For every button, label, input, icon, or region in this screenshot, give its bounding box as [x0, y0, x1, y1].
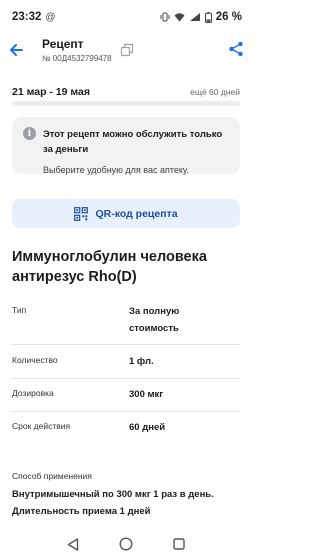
- detail-row-dosage: Дозировка 300 мкг: [12, 379, 240, 412]
- wifi-icon: [174, 13, 185, 22]
- info-icon: i: [23, 127, 36, 140]
- status-bar: 23:32 @ 26 %: [0, 0, 252, 34]
- share-icon: [229, 41, 243, 57]
- nav-home-button[interactable]: [119, 537, 133, 551]
- period-dates: 21 мар - 19 мая: [12, 86, 91, 98]
- usage-text: Внутримышечный по 300 мкг 1 раз в день. …: [12, 489, 214, 517]
- copy-icon: [120, 43, 134, 57]
- status-right: 26 %: [160, 11, 242, 23]
- square-recents-icon: [173, 538, 186, 550]
- battery-percent: 26 %: [215, 11, 242, 23]
- nav-back-button[interactable]: [66, 537, 80, 551]
- validity-progress-bar: [12, 101, 240, 106]
- circle-home-icon: [119, 537, 133, 551]
- detail-row-validity: Срок действия 60 дней: [12, 412, 240, 446]
- detail-row-quantity: Количество 1 фл.: [12, 345, 240, 379]
- paid-only-notice: i Этот рецепт можно обслужить только за …: [12, 117, 240, 175]
- drug-name: Иммуноглобулин человека антирезус Rho(D): [12, 249, 207, 285]
- prescription-number: № 00Д4532799478: [42, 54, 112, 63]
- notice-title: Этот рецепт можно обслужить только за де…: [43, 129, 223, 155]
- qr-code-button[interactable]: QR-код рецепта: [12, 199, 240, 228]
- signal-icon: [189, 13, 200, 21]
- qr-button-label: QR-код рецепта: [95, 207, 178, 220]
- detail-value: 300 мкг: [129, 389, 164, 400]
- copy-number-button[interactable]: [120, 43, 134, 57]
- detail-label: Срок действия: [12, 421, 71, 431]
- detail-label: Дозировка: [12, 388, 54, 398]
- days-left: ещё 60 дней: [190, 87, 240, 97]
- arrow-left-icon: [10, 44, 23, 56]
- detail-label: Количество: [12, 355, 58, 365]
- status-left: 23:32 @: [12, 11, 56, 23]
- qr-code-icon: [74, 206, 89, 221]
- vibrate-icon: [160, 12, 170, 22]
- detail-value: 1 фл.: [129, 356, 154, 367]
- detail-row-type: Тип За полную стоимость: [12, 300, 240, 345]
- page-title: Рецепт: [42, 37, 84, 51]
- share-button[interactable]: [228, 41, 244, 57]
- prescription-screen: 23:32 @ 26 % Рецепт № 00Д4532799478 21 м…: [0, 0, 252, 560]
- triangle-back-icon: [67, 537, 78, 551]
- at-sign-icon: @: [45, 11, 56, 23]
- detail-value: За полную стоимость: [129, 306, 180, 334]
- usage-label: Способ применения: [12, 471, 92, 481]
- battery-icon: [204, 11, 212, 23]
- notice-text: Выберите удобную для вас аптеку.: [43, 165, 190, 175]
- nav-recents-button[interactable]: [172, 537, 186, 551]
- validity-period: 21 мар - 19 мая ещё 60 дней: [12, 86, 240, 98]
- detail-label: Тип: [12, 305, 27, 315]
- detail-value: 60 дней: [129, 422, 166, 433]
- system-nav-bar: [0, 528, 252, 560]
- app-header: Рецепт № 00Д4532799478: [0, 34, 252, 70]
- back-button[interactable]: [6, 40, 26, 60]
- status-time: 23:32: [12, 11, 42, 23]
